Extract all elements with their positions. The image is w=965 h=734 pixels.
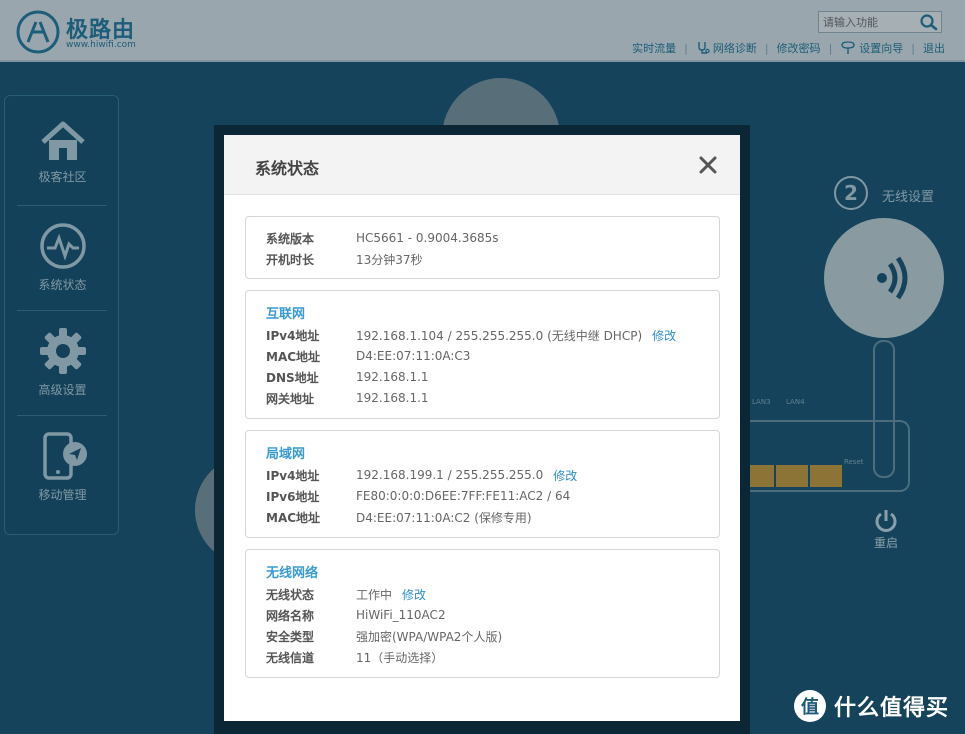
row-value: 强加密(WPA/WPA2个人版) <box>356 629 503 644</box>
info-row: DNS地址 192.168.1.1 <box>266 368 429 386</box>
row-key: 网络名称 <box>266 608 315 623</box>
card-title: 局域网 <box>266 447 306 462</box>
row-value: 11（手动选择） <box>356 650 444 665</box>
wireless-card: 无线网络 无线状态 工作中 修改 网络名称 HiWiFi_110AC2 安全类型… <box>245 549 720 678</box>
edit-lan-ipv4-link[interactable]: 修改 <box>553 467 577 484</box>
card-title: 无线网络 <box>266 566 319 581</box>
info-row: 无线信道 11（手动选择） <box>266 648 443 666</box>
row-key: IPv4地址 <box>266 328 320 343</box>
info-row: MAC地址 D4:EE:07:11:0A:C2 (保修专用) <box>266 508 532 526</box>
row-key: 安全类型 <box>266 629 315 644</box>
info-row: IPv4地址 192.168.199.1 / 255.255.255.0 修改 <box>266 466 577 484</box>
info-row: IPv4地址 192.168.1.104 / 255.255.255.0 (无线… <box>266 326 676 344</box>
info-row: 系统版本 HC5661 - 0.9004.3685s <box>266 229 499 247</box>
info-row: 安全类型 强加密(WPA/WPA2个人版) <box>266 627 502 645</box>
info-row: MAC地址 D4:EE:07:11:0A:C3 <box>266 347 470 365</box>
row-value: 192.168.1.1 <box>356 370 429 384</box>
row-key: 网关地址 <box>266 391 315 406</box>
row-value: 192.168.199.1 / 255.255.255.0 <box>356 468 544 482</box>
edit-wireless-link[interactable]: 修改 <box>402 586 426 603</box>
row-value: HC5661 - 0.9004.3685s <box>356 231 499 245</box>
row-key: 无线状态 <box>266 587 315 602</box>
info-row: IPv6地址 FE80:0:0:0:D6EE:7FF:FE11:AC2 / 64 <box>266 487 570 505</box>
system-info-card: 系统版本 HC5661 - 0.9004.3685s 开机时长 13分钟37秒 <box>245 216 720 279</box>
dialog-title: 系统状态 <box>255 159 320 178</box>
row-key: MAC地址 <box>266 349 321 364</box>
watermark-logo-icon: 值 <box>794 690 826 722</box>
row-key: 系统版本 <box>266 231 315 246</box>
info-row: 网关地址 192.168.1.1 <box>266 389 429 407</box>
info-row: 无线状态 工作中 修改 <box>266 585 426 603</box>
row-key: IPv4地址 <box>266 468 320 483</box>
row-value: FE80:0:0:0:D6EE:7FF:FE11:AC2 / 64 <box>356 489 571 503</box>
info-row: 开机时长 13分钟37秒 <box>266 250 423 268</box>
info-row: 网络名称 HiWiFi_110AC2 <box>266 606 446 624</box>
row-value: 192.168.1.1 <box>356 391 429 405</box>
row-value: D4:EE:07:11:0A:C2 (保修专用) <box>356 510 532 525</box>
row-key: DNS地址 <box>266 370 319 385</box>
watermark-text: 什么值得买 <box>834 696 950 721</box>
row-key: IPv6地址 <box>266 489 320 504</box>
watermark: 值 什么值得买 <box>794 686 949 726</box>
row-key: 开机时长 <box>266 252 315 267</box>
close-icon[interactable] <box>698 155 718 175</box>
card-title: 互联网 <box>266 307 306 322</box>
dialog-header: 系统状态 <box>224 135 740 195</box>
row-value: 13分钟37秒 <box>356 252 423 267</box>
system-status-dialog: 系统状态 系统版本 HC5661 - 0.9004.3685s 开机时长 13分… <box>224 135 740 721</box>
internet-card: 互联网 IPv4地址 192.168.1.104 / 255.255.255.0… <box>245 290 720 419</box>
row-value: 192.168.1.104 / 255.255.255.0 (无线中继 DHCP… <box>356 328 643 343</box>
lan-card: 局域网 IPv4地址 192.168.199.1 / 255.255.255.0… <box>245 430 720 538</box>
row-value: D4:EE:07:11:0A:C3 <box>356 349 471 363</box>
row-value: 工作中 <box>356 587 393 602</box>
row-key: MAC地址 <box>266 510 321 525</box>
row-value: HiWiFi_110AC2 <box>356 608 446 622</box>
row-key: 无线信道 <box>266 650 315 665</box>
watermark-glyph: 值 <box>801 697 819 718</box>
edit-wan-ipv4-link[interactable]: 修改 <box>652 327 676 344</box>
